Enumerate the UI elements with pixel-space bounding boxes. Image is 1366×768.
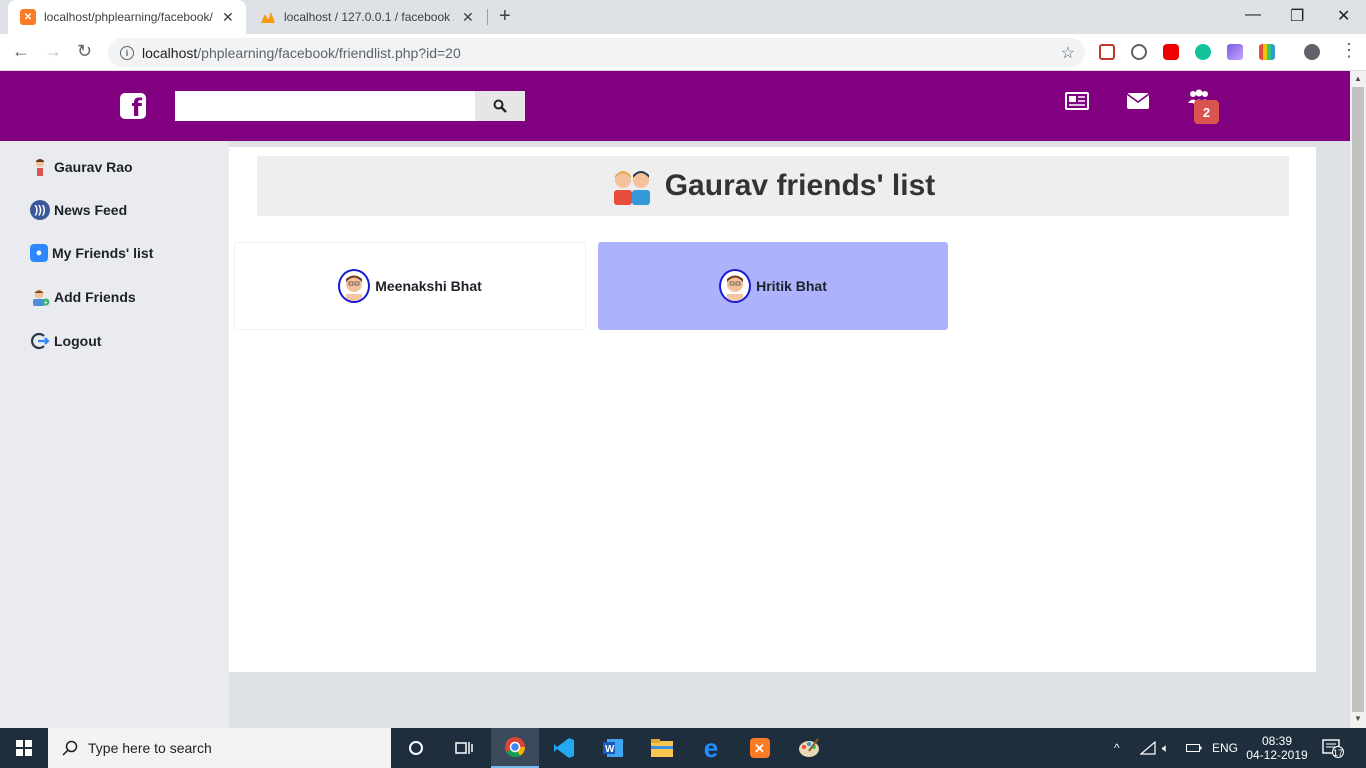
new-tab-icon[interactable]: + [499,5,511,28]
taskbar-search-placeholder: Type here to search [88,740,212,756]
address-bar[interactable]: i localhost/phplearning/facebook/friendl… [108,38,1085,67]
sidebar-item-label: Add Friends [54,289,136,305]
search-icon [62,740,78,756]
profile-icon[interactable] [1304,44,1320,60]
friends-list-header: Gaurav friends' list [257,156,1289,216]
clock-time: 08:39 [1261,734,1293,748]
xampp-taskbar-icon[interactable]: ✕ [736,728,784,768]
friend-card[interactable]: Hritik Bhat [598,242,948,330]
newspaper-icon[interactable] [1065,91,1089,111]
main-content: Gaurav friends' list Meenakshi Bhat Hrit… [229,147,1316,672]
clock-date: 04-12-2019 [1246,748,1308,762]
add-friend-icon: + [30,287,50,307]
cortana-icon[interactable] [392,728,440,768]
clock[interactable]: 08:39 04-12-2019 [1246,728,1308,768]
sidebar-item-label: Logout [54,333,102,349]
volume-icon[interactable]: 🔈︎ [1162,728,1169,768]
close-tab-icon[interactable]: ✕ [222,9,234,26]
show-hidden-icons[interactable]: ^ [1114,728,1120,768]
contact-icon: ● [30,244,48,262]
pocket-extension-icon[interactable] [1099,44,1115,60]
rss-feed-icon: ))) [30,200,50,220]
tab-title: localhost/phplearning/facebook/ [44,10,213,24]
close-window-icon[interactable]: ✕ [1337,6,1350,26]
network-icon[interactable] [1140,728,1156,768]
close-tab-icon[interactable]: ✕ [462,9,474,26]
friend-avatar-icon [338,269,371,303]
site-info-icon[interactable]: i [120,45,134,60]
windows-start-icon[interactable] [0,728,48,768]
scrollbar-thumb[interactable] [1352,87,1364,712]
page-title: Gaurav friends' list [664,169,936,202]
windows-taskbar: Type here to search W e ✕ ^ 🔈︎ ENG 08:39… [0,728,1366,768]
forward-icon[interactable]: → [44,41,62,62]
color-extension-icon[interactable] [1259,44,1275,60]
xampp-favicon-icon: ✕ [20,9,36,25]
site-header: f [0,71,1350,141]
sidebar-item-logout[interactable]: Logout [30,331,101,351]
notification-count: 17 [1333,748,1344,758]
sidebar-item-label: News Feed [54,202,128,218]
menu-kebab-icon[interactable]: ⋮ [1340,40,1358,61]
url-path: /phplearning/facebook/friendlist.php?id=… [197,44,461,61]
minimize-icon[interactable]: — [1245,6,1261,24]
code-extension-icon[interactable] [1131,44,1147,60]
sidebar-item-label: Gaurav Rao [54,159,133,175]
chrome-taskbar-icon[interactable] [491,728,539,768]
sidebar-item-add-friends[interactable]: + Add Friends [30,287,136,307]
youtube-extension-icon[interactable] [1163,44,1179,60]
friends-icon [613,171,650,205]
friend-card[interactable]: Meenakshi Bhat [234,242,586,330]
sidebar-item-my-friends[interactable]: ● My Friends' list [30,244,153,262]
back-icon[interactable]: ← [12,41,30,62]
word-taskbar-icon[interactable]: W [589,728,637,768]
task-view-icon[interactable] [440,728,488,768]
page-scrollbar[interactable]: ▲ ▼ [1350,71,1366,728]
browser-tab-strip: ✕ localhost/phplearning/facebook/ ✕ loca… [0,0,1366,34]
search-input[interactable] [175,91,475,121]
phpmyadmin-favicon-icon [260,9,276,25]
facebook-logo-icon[interactable]: f [120,93,146,122]
sidebar-item-profile[interactable]: Gaurav Rao [30,157,133,177]
reload-icon[interactable]: ↻ [77,41,92,62]
tab-friendlist[interactable]: ✕ localhost/phplearning/facebook/ ✕ [8,0,246,34]
battery-icon[interactable] [1186,728,1202,768]
sidebar-item-label: My Friends' list [52,245,154,261]
svg-text:+: + [44,301,48,307]
action-center-icon[interactable]: 17 [1322,728,1344,768]
url-host: localhost [142,44,198,61]
scroll-up-icon[interactable]: ▲ [1354,74,1362,83]
friend-requests-badge[interactable]: 2 [1194,100,1219,124]
tab-title: localhost / 127.0.0.1 / facebook / [284,10,454,24]
paint-taskbar-icon[interactable] [785,728,833,768]
taskbar-search-box[interactable]: Type here to search [48,728,391,768]
bookmark-star-icon[interactable]: ☆ [1061,43,1075,63]
language-indicator[interactable]: ENG [1212,728,1238,768]
restore-icon[interactable]: ❐ [1290,6,1304,26]
search-icon [493,99,507,113]
envelope-icon[interactable] [1127,91,1149,111]
pen-extension-icon[interactable] [1227,44,1243,60]
left-sidebar: Gaurav Rao ))) News Feed ● My Friends' l… [0,141,229,728]
scroll-down-icon[interactable]: ▼ [1354,714,1362,723]
tab-phpmyadmin[interactable]: localhost / 127.0.0.1 / facebook / ✕ [248,0,486,34]
friend-avatar-icon [719,269,752,303]
sidebar-item-news-feed[interactable]: ))) News Feed [30,200,127,220]
browser-toolbar: ← → ↻ i localhost/phplearning/facebook/f… [0,34,1366,71]
grammarly-extension-icon[interactable] [1195,44,1211,60]
friend-name: Hritik Bhat [756,278,827,294]
vscode-taskbar-icon[interactable] [540,728,588,768]
friend-name: Meenakshi Bhat [375,278,482,294]
tab-divider [487,9,488,25]
user-avatar-icon [30,157,50,177]
edge-taskbar-icon[interactable]: e [687,728,735,768]
svg-text:W: W [605,744,615,755]
logout-icon [30,331,50,351]
svg-text:✕: ✕ [754,741,765,756]
file-explorer-taskbar-icon[interactable] [638,728,686,768]
search-button[interactable] [475,91,525,121]
